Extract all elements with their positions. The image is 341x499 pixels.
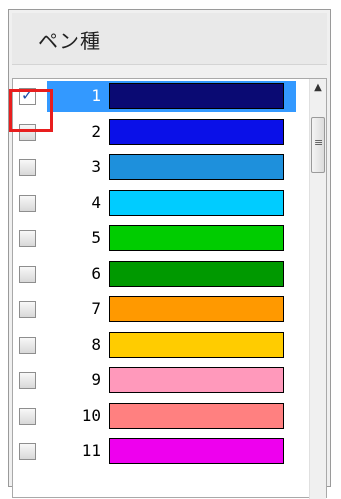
pen-checkbox[interactable]	[19, 230, 36, 247]
pen-row[interactable]: 6	[13, 257, 309, 292]
pen-number: 11	[81, 441, 101, 460]
grip-icon: ≡	[314, 136, 324, 149]
panel-title: ペン種	[38, 29, 101, 53]
pen-number: 5	[91, 228, 101, 247]
checkbox-highlight-annotation	[9, 89, 53, 132]
pen-color-swatch	[109, 438, 284, 464]
pen-color-swatch	[109, 367, 284, 393]
pen-checkbox[interactable]	[19, 443, 36, 460]
pen-number: 7	[91, 299, 101, 318]
pen-checkbox[interactable]	[19, 301, 36, 318]
pen-row[interactable]: 10	[13, 399, 309, 434]
pen-color-swatch	[109, 190, 284, 216]
pen-number: 1	[91, 86, 101, 105]
panel-header: ペン種	[12, 13, 327, 65]
pen-number: 8	[91, 335, 101, 354]
pen-checkbox[interactable]	[19, 372, 36, 389]
pen-list[interactable]: ✓ 1 2 3 4 5 6 7 8 9 10 11 ▲ ≡	[12, 78, 327, 499]
pen-number: 4	[91, 193, 101, 212]
scroll-up-arrow-icon[interactable]: ▲	[310, 79, 326, 97]
pen-number: 10	[81, 406, 101, 425]
pen-row[interactable]: 5	[13, 221, 309, 256]
pen-number: 9	[91, 370, 101, 389]
pen-checkbox[interactable]	[19, 159, 36, 176]
pen-color-swatch	[109, 261, 284, 287]
pen-color-swatch	[109, 119, 284, 145]
pen-color-swatch	[109, 296, 284, 322]
pen-color-swatch	[109, 332, 284, 358]
pen-color-swatch	[109, 83, 284, 109]
pen-checkbox[interactable]	[19, 195, 36, 212]
pen-checkbox[interactable]	[19, 337, 36, 354]
pen-row[interactable]: 8	[13, 328, 309, 363]
pen-number: 2	[91, 122, 101, 141]
pen-color-swatch	[109, 225, 284, 251]
pen-checkbox[interactable]	[19, 408, 36, 425]
pen-row[interactable]: 4	[13, 186, 309, 221]
pen-checkbox[interactable]	[19, 266, 36, 283]
pen-row[interactable]: 3	[13, 150, 309, 185]
pen-row[interactable]: 11	[13, 434, 309, 469]
scroll-thumb[interactable]: ≡	[311, 117, 325, 173]
pen-color-swatch	[109, 403, 284, 429]
pen-row[interactable]: 9	[13, 363, 309, 398]
pen-row[interactable]: 2	[13, 115, 309, 150]
pen-row[interactable]: ✓ 1	[13, 79, 309, 114]
pen-number: 3	[91, 157, 101, 176]
pen-type-panel: ペン種 ✓ 1 2 3 4 5 6 7 8 9 10 11 ▲ ≡	[8, 9, 331, 499]
vertical-scrollbar[interactable]: ▲ ≡	[309, 79, 326, 499]
pen-number: 6	[91, 264, 101, 283]
pen-color-swatch	[109, 154, 284, 180]
pen-row[interactable]: 7	[13, 292, 309, 327]
